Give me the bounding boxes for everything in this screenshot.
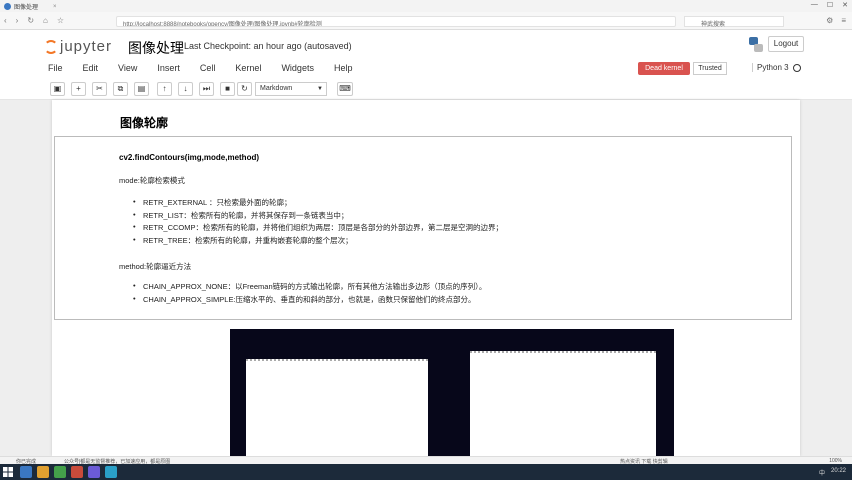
move-up-icon[interactable]: ↑ [157, 82, 172, 96]
list-item: RETR_LIST：检索所有的轮廓，并将其保存到一条链表当中； [133, 210, 503, 223]
browser-tab-icon [4, 3, 11, 10]
section-heading: 图像轮廓 [120, 116, 169, 130]
output-image [230, 329, 674, 456]
menubar: File Edit View Insert Cell Kernel Widget… [0, 60, 852, 78]
jupyter-logo-text: jupyter [60, 38, 113, 55]
browser-tab[interactable]: 图像处理 × [4, 2, 57, 11]
notebook-page: 图像轮廓 cv2.findContours(img,mode,method) m… [52, 100, 800, 456]
contour-rect-right [470, 351, 656, 456]
browser-tab-title: 图像处理 [14, 5, 39, 11]
tab-close-icon[interactable]: × [53, 4, 57, 10]
mode-label: mode:轮廓检索模式 [119, 176, 185, 185]
checkpoint-status: Last Checkpoint: an hour ago (autosaved) [184, 41, 352, 51]
input-language[interactable]: 中 [819, 468, 825, 477]
list-item: RETR_TREE：检索所有的轮廓，并重构嵌套轮廓的整个层次； [133, 235, 503, 248]
menu-file[interactable]: File [48, 63, 63, 73]
notebook-title[interactable]: 图像处理 [128, 38, 184, 58]
minimize-icon[interactable]: — [811, 1, 818, 9]
browser-extras: ⚙ ≡ [826, 16, 846, 25]
taskbar-app-icon[interactable] [37, 466, 49, 478]
home-icon[interactable]: ⌂ [43, 16, 48, 25]
cut-icon[interactable]: ✂ [92, 82, 107, 96]
method-label: method:轮廓逼近方法 [119, 262, 192, 271]
jupyter-header: jupyter 图像处理 Last Checkpoint: an hour ag… [0, 30, 852, 60]
system-tray: 中 20:22 [819, 468, 846, 477]
jupyter-logo-icon [44, 39, 58, 54]
menu-list: File Edit View Insert Cell Kernel Widget… [48, 63, 372, 73]
method-list: CHAIN_APPROX_NONE：以Freeman链码的方式输出轮廓，所有其他… [133, 281, 486, 307]
run-icon[interactable]: ⏭ [199, 82, 214, 96]
markdown-cell[interactable]: cv2.findContours(img,mode,method) mode:轮… [54, 136, 792, 320]
back-icon[interactable]: ‹ [4, 16, 7, 25]
list-item: CHAIN_APPROX_NONE：以Freeman链码的方式输出轮廓，所有其他… [133, 281, 486, 294]
url-input[interactable]: http://localhost:8888/notebooks/opencv/图… [116, 16, 676, 27]
mode-list: RETR_EXTERNAL ：只检索最外面的轮廓； RETR_LIST：检索所有… [133, 197, 503, 248]
os-taskbar: 中 20:22 [0, 464, 852, 480]
menu-cell[interactable]: Cell [200, 63, 216, 73]
favorite-icon[interactable]: ☆ [57, 16, 64, 25]
taskbar-app-icon[interactable] [54, 466, 66, 478]
paste-icon[interactable]: ▤ [134, 82, 149, 96]
menu-insert[interactable]: Insert [157, 63, 180, 73]
menu-widgets[interactable]: Widgets [281, 63, 314, 73]
taskbar-app-icon[interactable] [71, 466, 83, 478]
search-input[interactable]: 神武搜索 [684, 16, 784, 28]
move-down-icon[interactable]: ↓ [178, 82, 193, 96]
menu-icon[interactable]: ≡ [841, 16, 846, 25]
window-controls: — ☐ ✕ [811, 1, 848, 9]
taskbar-apps [20, 466, 117, 478]
jupyter-logo[interactable]: jupyter [44, 38, 112, 55]
maximize-icon[interactable]: ☐ [827, 1, 833, 9]
insert-cell-icon[interactable]: + [71, 82, 86, 96]
cell-type-value: Markdown [260, 85, 293, 92]
list-item: RETR_CCOMP：检索所有的轮廓，并将他们组织为两层：顶层是各部分的外部边界… [133, 222, 503, 235]
extension-icon[interactable]: ⚙ [826, 16, 833, 25]
restart-icon[interactable]: ↻ [237, 82, 252, 96]
copy-icon[interactable]: ⧉ [113, 82, 128, 96]
taskbar-app-icon[interactable] [20, 466, 32, 478]
menu-kernel[interactable]: Kernel [235, 63, 261, 73]
trusted-badge[interactable]: Trusted [693, 62, 727, 75]
logout-button[interactable]: Logout [768, 36, 804, 52]
chevron-down-icon: ▼ [317, 86, 323, 92]
menu-edit[interactable]: Edit [83, 63, 99, 73]
taskbar-app-icon[interactable] [105, 466, 117, 478]
windows-start-icon[interactable] [3, 467, 13, 477]
address-bar-row: ‹ › ↻ ⌂ ☆ http://localhost:8888/notebook… [0, 12, 852, 30]
menu-view[interactable]: View [118, 63, 137, 73]
save-icon[interactable]: ▣ [50, 82, 65, 96]
browser-status-bar: 你已完成 公众号|都是无监督推荐，已加速应用，都是原图 热点资讯 下载 快剪辑 … [0, 456, 852, 465]
clock[interactable]: 20:22 [831, 468, 846, 477]
dead-kernel-badge[interactable]: Dead kernel [638, 62, 690, 75]
python-logo-icon [749, 37, 763, 52]
nav-buttons: ‹ › ↻ ⌂ ☆ [4, 16, 64, 25]
forward-icon[interactable]: › [16, 16, 19, 25]
kernel-name: Python 3 [752, 63, 789, 72]
notebook-toolbar: ▣ + ✂ ⧉ ▤ ↑ ↓ ⏭ ■ ↻ Markdown ▼ ⌨ [0, 78, 852, 100]
list-item: CHAIN_APPROX_SIMPLE:压缩水平的、垂直的和斜的部分，也就是，函… [133, 294, 486, 307]
notebook-area: 图像轮廓 cv2.findContours(img,mode,method) m… [0, 100, 852, 456]
contour-rect-left [246, 359, 428, 456]
keyboard-icon[interactable]: ⌨ [337, 82, 353, 96]
cell-type-select[interactable]: Markdown ▼ [255, 82, 327, 96]
taskbar-app-icon[interactable] [88, 466, 100, 478]
close-window-icon[interactable]: ✕ [842, 1, 848, 9]
stop-icon[interactable]: ■ [220, 82, 235, 96]
function-signature: cv2.findContours(img,mode,method) [119, 153, 259, 162]
list-item: RETR_EXTERNAL ：只检索最外面的轮廓； [133, 197, 503, 210]
refresh-icon[interactable]: ↻ [27, 16, 34, 25]
browser-title-bar: 图像处理 × — ☐ ✕ [0, 0, 852, 12]
menu-help[interactable]: Help [334, 63, 353, 73]
kernel-status-icon [793, 64, 801, 72]
